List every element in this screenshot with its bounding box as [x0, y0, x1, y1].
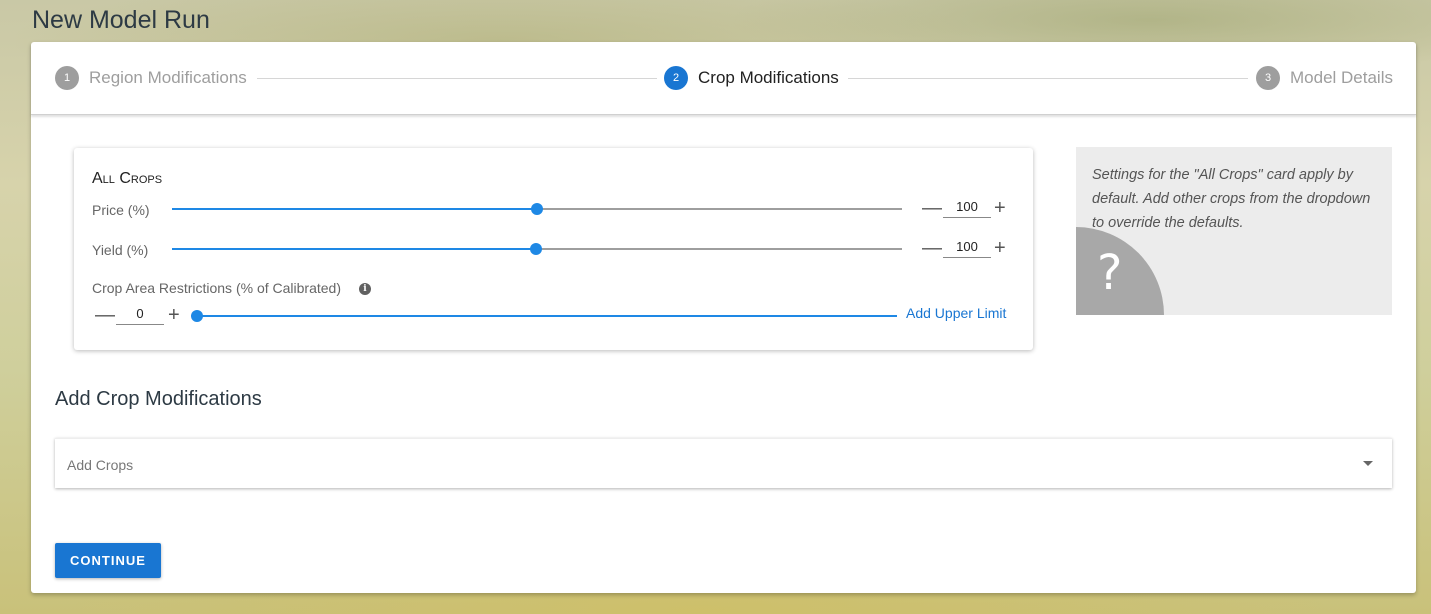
- step-number: 2: [664, 66, 688, 90]
- step-crop-modifications[interactable]: 2 Crop Modifications: [664, 66, 839, 90]
- all-crops-title: All Crops: [92, 170, 163, 187]
- step-number: 3: [1256, 66, 1280, 90]
- yield-slider-thumb[interactable]: [530, 243, 542, 255]
- add-crop-modifications-title: Add Crop Modifications: [55, 388, 262, 410]
- add-upper-limit-link[interactable]: Add Upper Limit: [906, 305, 1006, 321]
- yield-decrement-button[interactable]: —: [922, 238, 942, 258]
- continue-button[interactable]: CONTINUE: [55, 543, 161, 578]
- price-increment-button[interactable]: +: [994, 198, 1006, 218]
- help-text: Settings for the "All Crops" card apply …: [1092, 167, 1371, 231]
- step-label: Region Modifications: [89, 68, 247, 87]
- step-number: 1: [55, 66, 79, 90]
- step-label: Crop Modifications: [698, 68, 839, 87]
- stepper: 1 Region Modifications 2 Crop Modificati…: [31, 42, 1416, 115]
- page-title: New Model Run: [32, 6, 210, 34]
- yield-slider-track[interactable]: [537, 248, 902, 250]
- price-input[interactable]: 100: [943, 198, 991, 218]
- area-input[interactable]: 0: [116, 305, 164, 325]
- info-icon[interactable]: i: [359, 283, 371, 295]
- add-crops-placeholder: Add Crops: [67, 457, 134, 473]
- model-run-card: 1 Region Modifications 2 Crop Modificati…: [31, 42, 1416, 593]
- yield-label: Yield (%): [92, 242, 149, 258]
- yield-slider-fill: [172, 248, 537, 250]
- price-slider-track[interactable]: [537, 208, 902, 210]
- step-model-details[interactable]: 3 Model Details: [1256, 66, 1393, 90]
- area-slider-thumb[interactable]: [191, 310, 203, 322]
- area-restrictions-label: Crop Area Restrictions (% of Calibrated): [92, 280, 341, 296]
- step-connector: [848, 78, 1248, 79]
- area-increment-button[interactable]: +: [168, 305, 180, 325]
- question-mark-icon: ?: [1097, 245, 1123, 301]
- add-crops-select[interactable]: Add Crops: [55, 438, 1392, 488]
- step-label: Model Details: [1290, 68, 1393, 87]
- price-decrement-button[interactable]: —: [922, 198, 942, 218]
- price-slider-thumb[interactable]: [531, 203, 543, 215]
- price-label: Price (%): [92, 202, 150, 218]
- step-region-modifications[interactable]: 1 Region Modifications: [55, 66, 247, 90]
- yield-input[interactable]: 100: [943, 238, 991, 258]
- step-connector: [257, 78, 657, 79]
- chevron-down-icon: [1363, 461, 1373, 466]
- area-slider-track[interactable]: [197, 315, 897, 317]
- area-decrement-button[interactable]: —: [95, 305, 115, 325]
- price-slider-fill: [172, 208, 537, 210]
- help-panel: Settings for the "All Crops" card apply …: [1076, 147, 1392, 315]
- all-crops-card: All Crops Price (%) — 100 + Yield (%) — …: [74, 148, 1033, 350]
- yield-increment-button[interactable]: +: [994, 238, 1006, 258]
